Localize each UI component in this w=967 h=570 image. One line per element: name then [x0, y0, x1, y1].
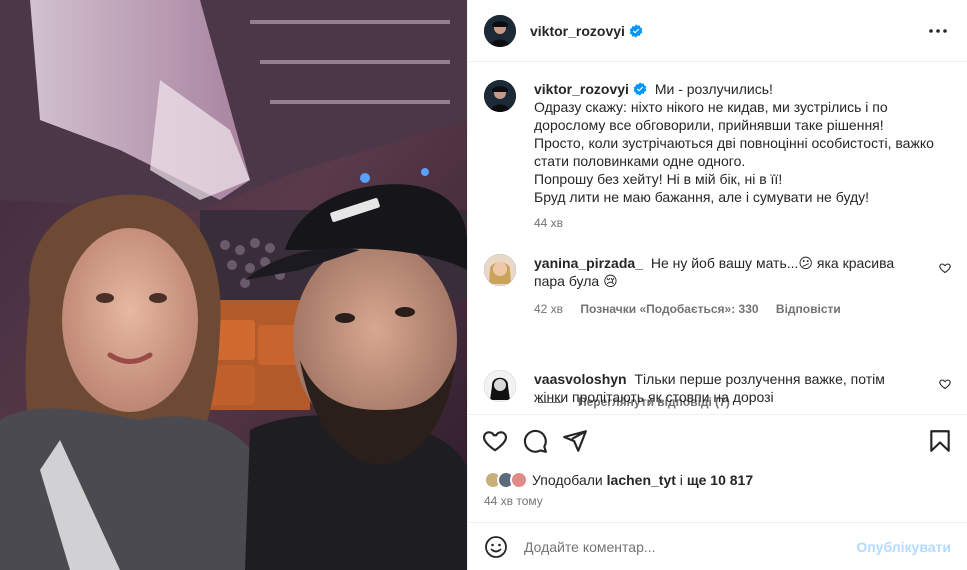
- caption-username[interactable]: viktor_rozovyi: [534, 81, 629, 97]
- selfie-photo: [0, 0, 467, 570]
- caption-line: Попрошу без хейту! Ні в мій бік, ні в її…: [534, 171, 783, 187]
- caption-line: Просто, коли зустрічаються дві повноцінн…: [534, 135, 934, 151]
- commenter-username[interactable]: yanina_pirzada_: [534, 255, 643, 271]
- liker-avatars: [484, 471, 528, 489]
- likes-count[interactable]: ще 10 817: [687, 472, 753, 488]
- caption-text: viktor_rozovyi Ми - розлучились! Одразу …: [534, 80, 934, 206]
- comment-like-heart-icon[interactable]: [939, 262, 951, 274]
- post-sidebar: viktor_rozovyi viktor_rozovyi Ми - розлу…: [467, 0, 967, 570]
- comment-like-heart-icon[interactable]: [939, 378, 951, 390]
- commenter-avatar[interactable]: [484, 370, 516, 402]
- caption-avatar[interactable]: [484, 80, 516, 112]
- share-paper-plane-icon[interactable]: [562, 428, 588, 454]
- caption: viktor_rozovyi Ми - розлучились! Одразу …: [484, 80, 951, 230]
- post-photo[interactable]: [0, 0, 467, 570]
- caption-time[interactable]: 44 хв: [534, 216, 563, 230]
- likes-prefix: Уподобали: [532, 472, 603, 488]
- author-username[interactable]: viktor_rozovyi: [530, 23, 625, 39]
- caption-line: стати половинками одне одного.: [534, 153, 746, 169]
- verified-badge-icon: [629, 23, 643, 38]
- instagram-post: viktor_rozovyi viktor_rozovyi Ми - розлу…: [0, 0, 967, 570]
- liker-avatar: [510, 471, 528, 489]
- caption-line: Ми - розлучились!: [654, 81, 773, 97]
- likes-user[interactable]: lachen_tyt: [607, 472, 676, 488]
- emoji-smile-icon[interactable]: [484, 535, 508, 559]
- author-avatar[interactable]: [484, 14, 516, 47]
- comment-bubble-icon[interactable]: [522, 428, 548, 454]
- caption-line: Бруд лити не маю бажання, але і сумувати…: [534, 189, 870, 205]
- comment-likes[interactable]: Позначки «Подобається»: 330: [580, 302, 758, 316]
- save-bookmark-icon[interactable]: [927, 428, 953, 454]
- verified-badge-icon: [633, 82, 647, 96]
- caption-meta: 44 хв: [534, 216, 934, 230]
- likes-connector: і: [679, 472, 683, 488]
- publish-button[interactable]: Опублікувати: [856, 539, 951, 555]
- comment-time[interactable]: 42 хв: [534, 302, 563, 316]
- comment-meta: 42 хв Позначки «Подобається»: 330 Відпов…: [534, 302, 914, 316]
- more-horizontal-icon: [929, 28, 947, 33]
- comment-text: vaasvoloshyn Тільки перше розлучення важ…: [534, 370, 914, 406]
- commenter-avatar[interactable]: [484, 254, 516, 286]
- comment: vaasvoloshyn Тільки перше розлучення важ…: [484, 370, 951, 406]
- commenter-username[interactable]: vaasvoloshyn: [534, 371, 627, 387]
- post-timestamp[interactable]: 44 хв тому: [468, 494, 967, 512]
- likes-summary: Уподобали lachen_tyt і ще 10 817: [468, 466, 967, 494]
- comment-text: yanina_pirzada_ Не ну йоб вашу мать...😕 …: [534, 254, 914, 290]
- caption-line: Одразу скажу: ніхто нікого не кидав, ми …: [534, 99, 888, 115]
- caption-line: дорослому все обговорили, прийнявши таке…: [534, 117, 884, 133]
- more-options-button[interactable]: [925, 19, 951, 43]
- like-heart-icon[interactable]: [482, 428, 508, 454]
- comment-input[interactable]: [524, 538, 857, 555]
- comment: yanina_pirzada_ Не ну йоб вашу мать...😕 …: [484, 254, 951, 316]
- comments-section: viktor_rozovyi Ми - розлучились! Одразу …: [468, 62, 967, 414]
- post-header: viktor_rozovyi: [468, 0, 967, 62]
- post-actions: [468, 414, 967, 466]
- add-comment-bar: Опублікувати: [468, 522, 967, 570]
- reply-button[interactable]: Відповісти: [776, 302, 841, 316]
